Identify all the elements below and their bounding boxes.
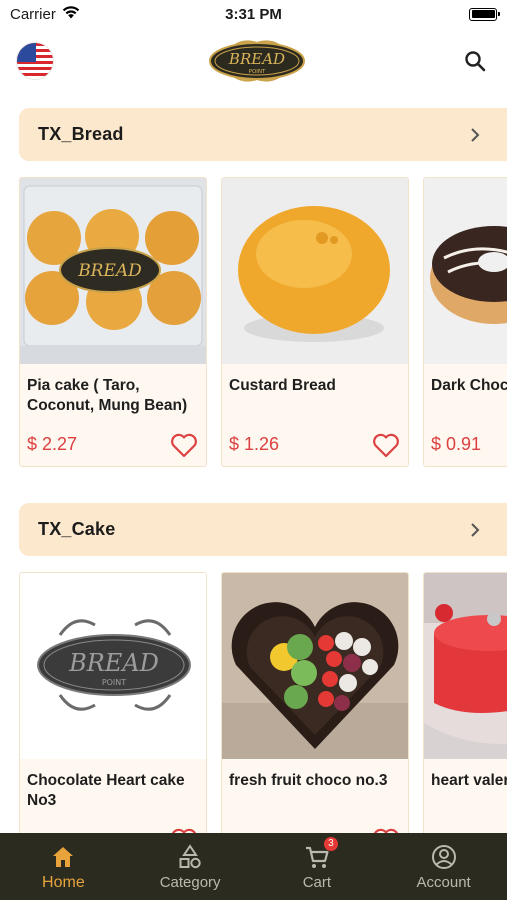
status-left: Carrier [10, 5, 80, 23]
chevron-right-icon [471, 127, 480, 142]
wifi-icon [62, 5, 80, 23]
product-name: Pia cake ( Taro, Coconut, Mung Bean) [27, 377, 188, 414]
account-icon [431, 845, 456, 869]
favorite-button[interactable] [170, 432, 198, 458]
product-image: BREAD POINT [20, 573, 206, 759]
product-image: BREAD [20, 178, 206, 364]
us-flag-icon[interactable] [16, 42, 54, 80]
chevron-right-icon [471, 522, 480, 537]
svg-text:BREAD: BREAD [77, 261, 142, 281]
svg-text:BREAD: BREAD [227, 50, 284, 68]
nav-item-account[interactable]: Account [380, 833, 507, 900]
product-price: $ 0.91 [431, 434, 482, 454]
status-bar: Carrier 3:31 PM [0, 0, 507, 28]
search-icon [465, 51, 486, 72]
product-card[interactable]: Custard Bread $ 1.26 [221, 177, 409, 467]
product-image [222, 178, 408, 364]
product-name: Custard Bread [229, 377, 336, 394]
product-image [424, 178, 507, 364]
nav-label: Cart [302, 874, 332, 891]
product-card[interactable]: Dark Choc $ 0.91 [423, 177, 507, 467]
section-header-tx-bread[interactable]: TX_Bread [19, 108, 507, 161]
favorite-button[interactable] [372, 432, 400, 458]
battery-icon [469, 7, 500, 21]
carrier-label: Carrier [10, 5, 56, 23]
section-title: TX_Bread [38, 124, 124, 144]
product-price: $ 2.27 [27, 434, 78, 454]
section-title: TX_Cake [38, 519, 116, 539]
product-card[interactable]: BREAD POINT Chocolate Heart cake No3 [19, 572, 207, 834]
product-card[interactable]: heart valer [423, 572, 507, 834]
category-icon [179, 844, 201, 869]
section-header-tx-cake[interactable]: TX_Cake [19, 503, 507, 556]
product-card[interactable]: BREAD Pia cake ( Taro, Coconut, Mung Bea… [19, 177, 207, 467]
product-name: fresh fruit choco no.3 [229, 772, 388, 789]
heart-icon [171, 433, 197, 458]
nav-label: Account [416, 874, 471, 891]
svg-text:POINT: POINT [248, 69, 265, 75]
bottom-navigation: Home Category 3 Cart Account [0, 833, 507, 900]
svg-text:BREAD: BREAD [68, 649, 159, 677]
product-name: heart valer [431, 772, 507, 789]
nav-item-cart[interactable]: 3 Cart [254, 833, 381, 900]
product-name: Chocolate Heart cake No3 [27, 772, 185, 809]
cart-badge: 3 [323, 837, 338, 851]
home-icon [53, 847, 74, 867]
product-row-bread: BREAD Pia cake ( Taro, Coconut, Mung Bea… [17, 177, 507, 469]
nav-item-home[interactable]: Home [0, 833, 127, 900]
product-card[interactable]: fresh fruit choco no.3 [221, 572, 409, 834]
search-button[interactable] [459, 45, 491, 77]
product-image [222, 573, 408, 759]
nav-item-category[interactable]: Category [127, 833, 254, 900]
product-row-cake: BREAD POINT Chocolate Heart cake No3 fre… [17, 572, 507, 834]
app-header: BREAD POINT [0, 30, 507, 92]
nav-label: Home [42, 874, 85, 891]
product-price: $ 1.26 [229, 434, 280, 454]
heart-icon [373, 433, 399, 458]
bread-point-logo: BREAD POINT [205, 37, 309, 85]
product-image [424, 573, 507, 759]
nav-label: Category [159, 874, 221, 891]
product-name: Dark Choc [431, 377, 507, 394]
svg-text:POINT: POINT [102, 678, 126, 687]
